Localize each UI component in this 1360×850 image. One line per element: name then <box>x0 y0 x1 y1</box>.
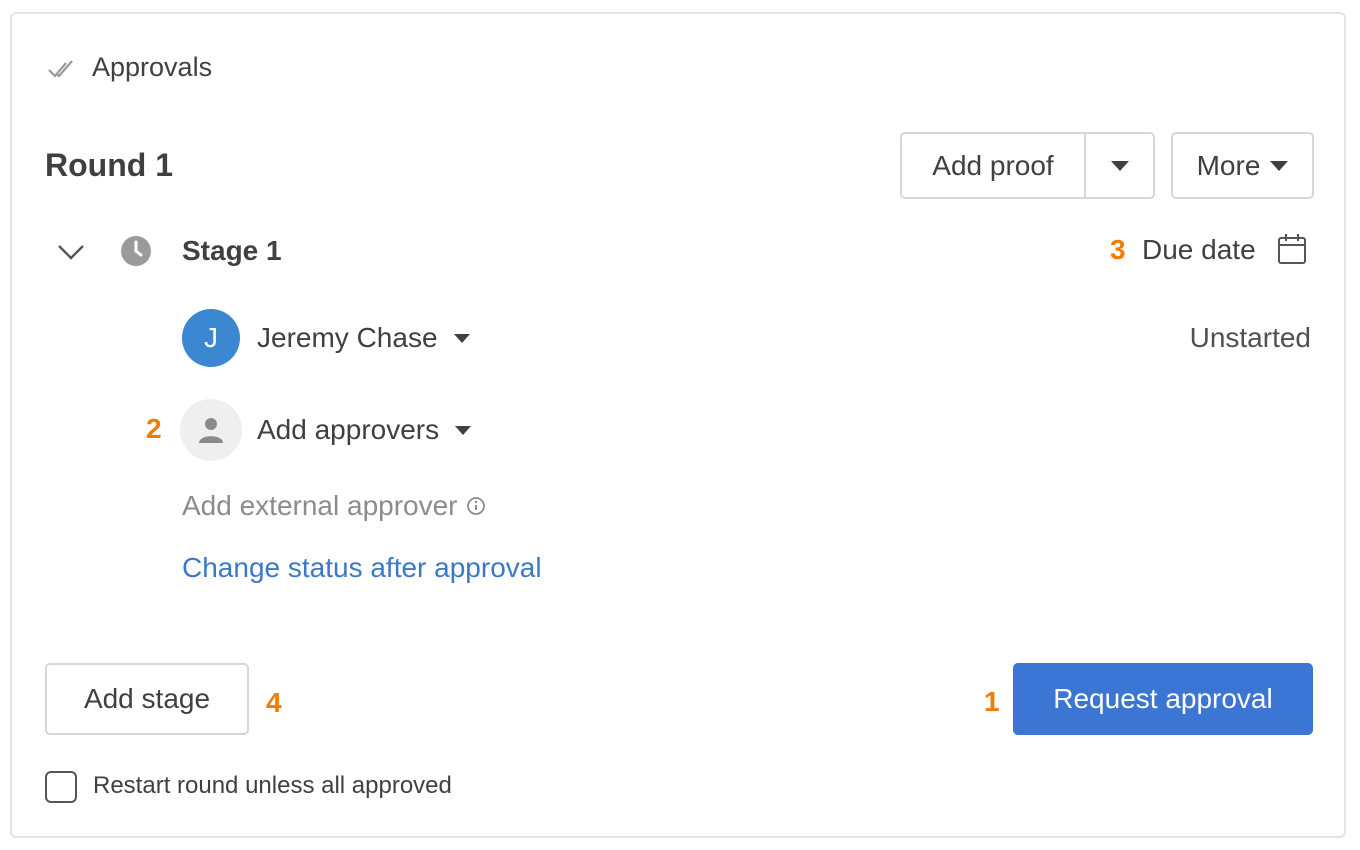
stage-title: Stage 1 <box>182 235 282 266</box>
calendar-icon[interactable] <box>1276 232 1308 266</box>
add-external-approver-label: Add external approver <box>182 490 458 521</box>
change-status-after-approval-link[interactable]: Change status after approval <box>182 550 542 586</box>
chevron-down-icon[interactable] <box>54 235 88 269</box>
add-proof-dropdown-button[interactable] <box>1086 134 1153 197</box>
restart-round-label: Restart round unless all approved <box>93 772 452 799</box>
add-proof-label: Add proof <box>932 149 1054 181</box>
request-approval-button[interactable]: Request approval <box>1013 663 1313 735</box>
add-stage-label: Add stage <box>83 683 211 714</box>
avatar: J <box>182 309 240 367</box>
add-proof-split-button: Add proof <box>900 132 1155 199</box>
annotation-marker-1: 1 <box>984 686 1000 717</box>
add-proof-button[interactable]: Add proof <box>902 134 1086 197</box>
status-badge: Unstarted <box>1189 322 1311 353</box>
panel-title: Approvals <box>92 52 213 82</box>
annotation-marker-3: 3 <box>1110 234 1126 265</box>
caret-down-icon <box>453 333 470 343</box>
request-approval-label: Request approval <box>1053 683 1273 714</box>
annotation-marker-4: 4 <box>266 687 282 718</box>
caret-down-icon <box>455 425 472 435</box>
due-date-button[interactable]: Due date <box>1142 232 1256 268</box>
approver-name: Jeremy Chase <box>257 322 438 353</box>
round-title: Round 1 <box>45 147 173 183</box>
annotation-marker-2: 2 <box>146 413 162 444</box>
person-icon <box>199 418 223 443</box>
caret-down-icon <box>1110 160 1129 171</box>
caret-down-icon <box>1270 160 1289 171</box>
approver-dropdown[interactable]: Jeremy Chase <box>257 320 470 356</box>
add-external-approver-link[interactable]: Add external approver <box>182 488 486 524</box>
restart-round-checkbox[interactable] <box>45 771 77 803</box>
add-stage-button[interactable]: Add stage <box>45 663 249 735</box>
clock-icon <box>121 236 151 266</box>
info-icon[interactable] <box>466 496 486 516</box>
avatar-initial: J <box>204 322 218 353</box>
approvals-panel: Approvals Round 1 Add proof More Stage 1… <box>10 12 1346 838</box>
add-approvers-label: Add approvers <box>257 414 440 445</box>
double-check-icon <box>48 60 73 78</box>
more-label: More <box>1196 149 1261 181</box>
more-button[interactable]: More <box>1171 132 1314 199</box>
add-approvers-dropdown[interactable]: Add approvers <box>257 412 472 448</box>
person-placeholder-avatar <box>180 399 242 461</box>
